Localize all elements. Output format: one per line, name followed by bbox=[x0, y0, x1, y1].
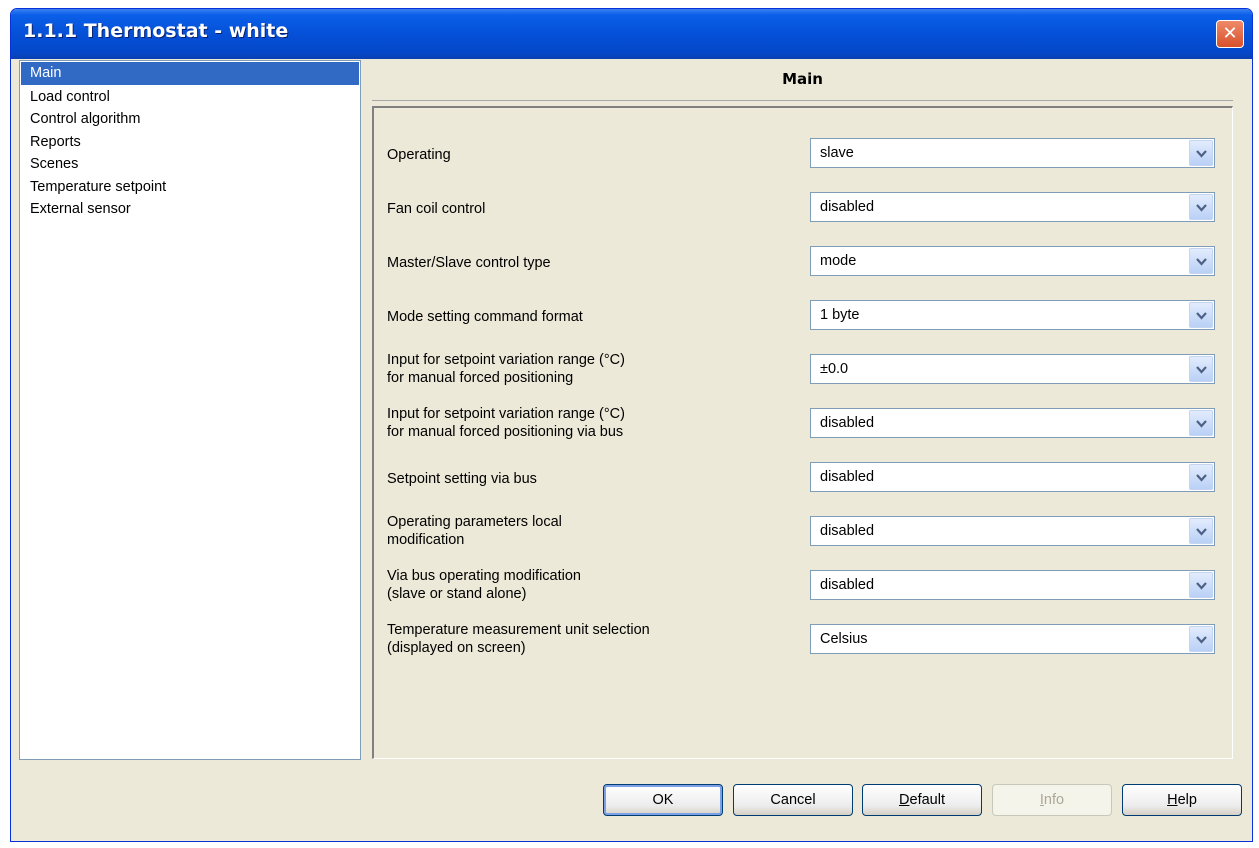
param-label-operating-parameters-local-modification: Operating parameters local modification bbox=[387, 514, 562, 548]
nav-item-main[interactable]: Main bbox=[21, 62, 359, 85]
dropdown-value: disabled bbox=[820, 199, 875, 215]
master-slave-control-type-dropdown[interactable]: mode bbox=[810, 246, 1215, 276]
chevron-down-icon bbox=[1196, 150, 1207, 158]
fan-coil-control-dropdown[interactable]: disabled bbox=[810, 192, 1215, 222]
param-label-setpoint-variation-range-bus: Input for setpoint variation range (°C) … bbox=[387, 406, 625, 440]
dropdown-value: disabled bbox=[820, 577, 875, 593]
param-label-setpoint-setting-via-bus: Setpoint setting via bus bbox=[387, 471, 537, 487]
dropdown-arrow-button[interactable] bbox=[1189, 194, 1213, 220]
dropdown-value: disabled bbox=[820, 469, 875, 485]
chevron-down-icon bbox=[1196, 636, 1207, 644]
chevron-down-icon bbox=[1196, 366, 1207, 374]
dropdown-value: disabled bbox=[820, 523, 875, 539]
chevron-down-icon bbox=[1196, 474, 1207, 482]
nav-item-external-sensor[interactable]: External sensor bbox=[20, 198, 360, 221]
setpoint-variation-range-bus-dropdown[interactable]: disabled bbox=[810, 408, 1215, 438]
param-label-mode-setting-command-format: Mode setting command format bbox=[387, 309, 583, 325]
dropdown-value: disabled bbox=[820, 415, 875, 431]
param-label-via-bus-operating-modification: Via bus operating modification (slave or… bbox=[387, 568, 581, 602]
mode-setting-command-format-dropdown[interactable]: 1 byte bbox=[810, 300, 1215, 330]
param-label-fan-coil-control: Fan coil control bbox=[387, 201, 486, 217]
dropdown-arrow-button[interactable] bbox=[1189, 626, 1213, 652]
dropdown-arrow-button[interactable] bbox=[1189, 302, 1213, 328]
param-label-temperature-measurement-unit: Temperature measurement unit selection (… bbox=[387, 622, 650, 656]
default-button-mnemonic: D bbox=[899, 792, 910, 808]
dropdown-arrow-button[interactable] bbox=[1189, 140, 1213, 166]
chevron-down-icon bbox=[1196, 258, 1207, 266]
dropdown-value: ±0.0 bbox=[820, 361, 849, 377]
temperature-measurement-unit-dropdown[interactable]: Celsius bbox=[810, 624, 1215, 654]
default-button[interactable]: Default bbox=[862, 784, 982, 816]
dropdown-value: mode bbox=[820, 253, 857, 269]
parameter-category-list[interactable]: Main Load control Control algorithm Repo… bbox=[19, 60, 361, 760]
dropdown-arrow-button[interactable] bbox=[1189, 518, 1213, 544]
nav-item-load-control[interactable]: Load control bbox=[20, 86, 360, 109]
nav-item-temperature-setpoint[interactable]: Temperature setpoint bbox=[20, 176, 360, 199]
dropdown-arrow-button[interactable] bbox=[1189, 410, 1213, 436]
dropdown-arrow-button[interactable] bbox=[1189, 572, 1213, 598]
parameters-panel: Operating slave Fan coil control disable… bbox=[372, 106, 1233, 759]
chevron-down-icon bbox=[1196, 420, 1207, 428]
dropdown-arrow-button[interactable] bbox=[1189, 464, 1213, 490]
cancel-button[interactable]: Cancel bbox=[733, 784, 853, 816]
panel-divider bbox=[372, 100, 1233, 101]
panel-title: Main bbox=[782, 70, 823, 88]
dropdown-arrow-button[interactable] bbox=[1189, 356, 1213, 382]
default-button-label: efault bbox=[909, 792, 945, 808]
title-bar[interactable]: 1.1.1 Thermostat - white ✕ bbox=[11, 9, 1252, 59]
chevron-down-icon bbox=[1196, 312, 1207, 320]
dropdown-value: Celsius bbox=[820, 631, 868, 647]
via-bus-operating-modification-dropdown[interactable]: disabled bbox=[810, 570, 1215, 600]
nav-item-control-algorithm[interactable]: Control algorithm bbox=[20, 108, 360, 131]
window-title: 1.1.1 Thermostat - white bbox=[23, 20, 289, 42]
setpoint-variation-range-manual-dropdown[interactable]: ±0.0 bbox=[810, 354, 1215, 384]
help-button-label: elp bbox=[1177, 792, 1197, 808]
help-button[interactable]: Help bbox=[1122, 784, 1242, 816]
help-button-mnemonic: H bbox=[1167, 792, 1178, 808]
param-label-operating: Operating bbox=[387, 147, 451, 163]
dropdown-value: slave bbox=[820, 145, 854, 161]
chevron-down-icon bbox=[1196, 204, 1207, 212]
info-button: Info bbox=[992, 784, 1112, 816]
param-label-master-slave-control-type: Master/Slave control type bbox=[387, 255, 551, 271]
close-icon: ✕ bbox=[1222, 23, 1238, 44]
close-button[interactable]: ✕ bbox=[1216, 20, 1244, 48]
operating-parameters-local-modification-dropdown[interactable]: disabled bbox=[810, 516, 1215, 546]
nav-item-reports[interactable]: Reports bbox=[20, 131, 360, 154]
setpoint-setting-via-bus-dropdown[interactable]: disabled bbox=[810, 462, 1215, 492]
chevron-down-icon bbox=[1196, 582, 1207, 590]
nav-item-scenes[interactable]: Scenes bbox=[20, 153, 360, 176]
dropdown-arrow-button[interactable] bbox=[1189, 248, 1213, 274]
info-button-label: nfo bbox=[1043, 792, 1065, 808]
param-label-setpoint-variation-range-manual: Input for setpoint variation range (°C) … bbox=[387, 352, 625, 386]
operating-dropdown[interactable]: slave bbox=[810, 138, 1215, 168]
dropdown-value: 1 byte bbox=[820, 307, 860, 323]
ok-button[interactable]: OK bbox=[603, 784, 723, 816]
chevron-down-icon bbox=[1196, 528, 1207, 536]
